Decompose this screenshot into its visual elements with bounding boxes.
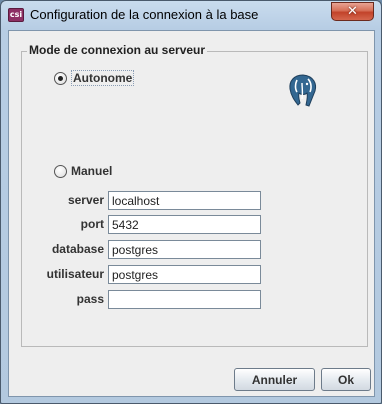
server-label: server bbox=[67, 193, 104, 207]
pass-label: pass bbox=[76, 292, 104, 306]
user-label: utilisateur bbox=[46, 267, 104, 281]
database-input[interactable] bbox=[108, 240, 261, 259]
close-icon: ✕ bbox=[347, 4, 358, 19]
port-label: port bbox=[80, 217, 104, 231]
radio-manuel-label[interactable]: Manuel bbox=[71, 164, 112, 178]
group-title: Mode de connexion au serveur bbox=[27, 43, 208, 57]
app-icon: csi bbox=[8, 8, 24, 22]
user-input[interactable] bbox=[108, 265, 261, 284]
cancel-button[interactable]: Annuler bbox=[234, 368, 315, 391]
window-title: Configuration de la connexion à la base bbox=[30, 7, 259, 22]
radio-manuel[interactable]: Manuel bbox=[54, 164, 112, 178]
pass-input[interactable] bbox=[108, 290, 261, 309]
dialog-content: Mode de connexion au serveur Autonome Ma… bbox=[8, 30, 375, 397]
close-button[interactable]: ✕ bbox=[331, 2, 374, 21]
database-label: database bbox=[51, 242, 104, 256]
postgresql-elephant-icon bbox=[289, 74, 317, 107]
server-input[interactable] bbox=[108, 191, 261, 210]
radio-autonome-label[interactable]: Autonome bbox=[71, 70, 135, 86]
title-bar[interactable]: csi Configuration de la connexion à la b… bbox=[1, 1, 381, 29]
dialog-window: csi Configuration de la connexion à la b… bbox=[0, 0, 382, 404]
port-input[interactable] bbox=[108, 215, 261, 234]
connection-mode-group: Mode de connexion au serveur Autonome Ma… bbox=[21, 43, 368, 347]
radio-autonome-button[interactable] bbox=[54, 71, 67, 85]
radio-autonome[interactable]: Autonome bbox=[54, 70, 135, 86]
ok-button[interactable]: Ok bbox=[321, 368, 371, 391]
radio-manuel-button[interactable] bbox=[54, 164, 67, 178]
